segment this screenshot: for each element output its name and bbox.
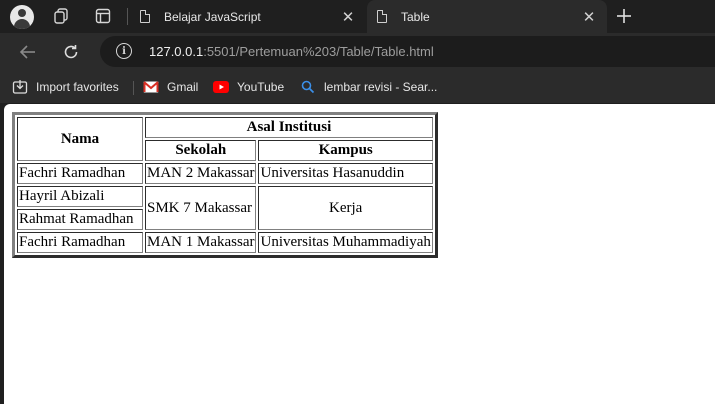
bookmark-gmail[interactable]: Gmail	[143, 78, 198, 96]
header-nama: Nama	[17, 117, 143, 161]
tab-table[interactable]: Table ✕	[367, 0, 607, 33]
new-tab-plus-icon[interactable]	[612, 3, 636, 29]
close-icon[interactable]: ✕	[338, 8, 358, 26]
cell-kampus: Universitas Hasanuddin	[258, 163, 433, 184]
url-text[interactable]: 127.0.0.1:5501/Pertemuan%203/Table/Table…	[149, 44, 434, 59]
bookmark-separator	[133, 81, 134, 95]
site-info-icon[interactable]: i	[116, 43, 132, 59]
bookmarks-bar: Import favorites Gmail YouTube lembar re…	[0, 70, 715, 103]
cell-kampus: Universitas Muhammadiyah	[258, 232, 433, 253]
tab-title: Belajar JavaScript	[164, 9, 261, 24]
close-icon[interactable]: ✕	[579, 8, 599, 26]
gmail-icon	[143, 79, 159, 95]
page-viewport: Nama Asal Institusi Sekolah Kampus Fachr…	[4, 104, 715, 404]
import-icon	[12, 79, 28, 95]
page-icon	[377, 10, 387, 23]
youtube-icon	[213, 79, 229, 95]
back-arrow-icon[interactable]	[15, 39, 41, 65]
bookmark-label: Gmail	[167, 80, 199, 94]
cell-kampus: Kerja	[258, 186, 433, 230]
cell-sekolah: SMK 7 Makassar	[145, 186, 257, 230]
cell-nama: Fachri Ramadhan	[17, 232, 143, 253]
tab-strip: Belajar JavaScript ✕ Table ✕	[0, 0, 715, 33]
table-row: Fachri Ramadhan MAN 1 Makassar Universit…	[17, 232, 433, 253]
cell-nama: Fachri Ramadhan	[17, 163, 143, 184]
workspaces-icon[interactable]	[49, 4, 73, 28]
table-header-row: Nama Asal Institusi	[17, 117, 433, 161]
bookmark-label: Import favorites	[36, 80, 119, 94]
table-row: Fachri Ramadhan MAN 2 Makassar Universit…	[17, 163, 433, 184]
profile-avatar-icon[interactable]	[10, 5, 34, 29]
address-bar[interactable]: i 127.0.0.1:5501/Pertemuan%203/Table/Tab…	[100, 36, 715, 67]
bookmark-lembar-revisi[interactable]: lembar revisi - Sear...	[300, 78, 437, 96]
search-icon	[300, 79, 316, 95]
table-row: Hayril Abizali SMK 7 Makassar Kerja	[17, 186, 433, 230]
cell-sekolah: MAN 2 Makassar	[145, 163, 257, 184]
page-icon	[140, 10, 150, 23]
bookmark-label: lembar revisi - Sear...	[324, 80, 438, 94]
bookmark-youtube[interactable]: YouTube	[213, 78, 284, 96]
institution-table: Nama Asal Institusi Sekolah Kampus Fachr…	[12, 112, 438, 258]
navigation-toolbar: i 127.0.0.1:5501/Pertemuan%203/Table/Tab…	[0, 33, 715, 70]
tab-title: Table	[401, 9, 430, 24]
bookmark-import-favorites[interactable]: Import favorites	[12, 78, 119, 96]
tab-separator	[127, 8, 128, 25]
tab-belajar-javascript[interactable]: Belajar JavaScript ✕	[130, 0, 366, 33]
url-path: :5501/Pertemuan%203/Table/Table.html	[203, 44, 434, 59]
header-sekolah: Sekolah	[145, 140, 257, 161]
tab-actions-icon[interactable]	[91, 4, 115, 28]
cell-sekolah: MAN 1 Makassar	[145, 232, 257, 253]
refresh-icon[interactable]	[58, 39, 84, 65]
header-asal-institusi: Asal Institusi	[145, 117, 433, 138]
header-kampus: Kampus	[258, 140, 433, 161]
cell-nama: Hayril Abizali	[17, 186, 143, 207]
bookmark-label: YouTube	[237, 80, 285, 94]
cell-nama: Rahmat Ramadhan	[17, 209, 143, 230]
url-host: 127.0.0.1	[149, 44, 204, 59]
